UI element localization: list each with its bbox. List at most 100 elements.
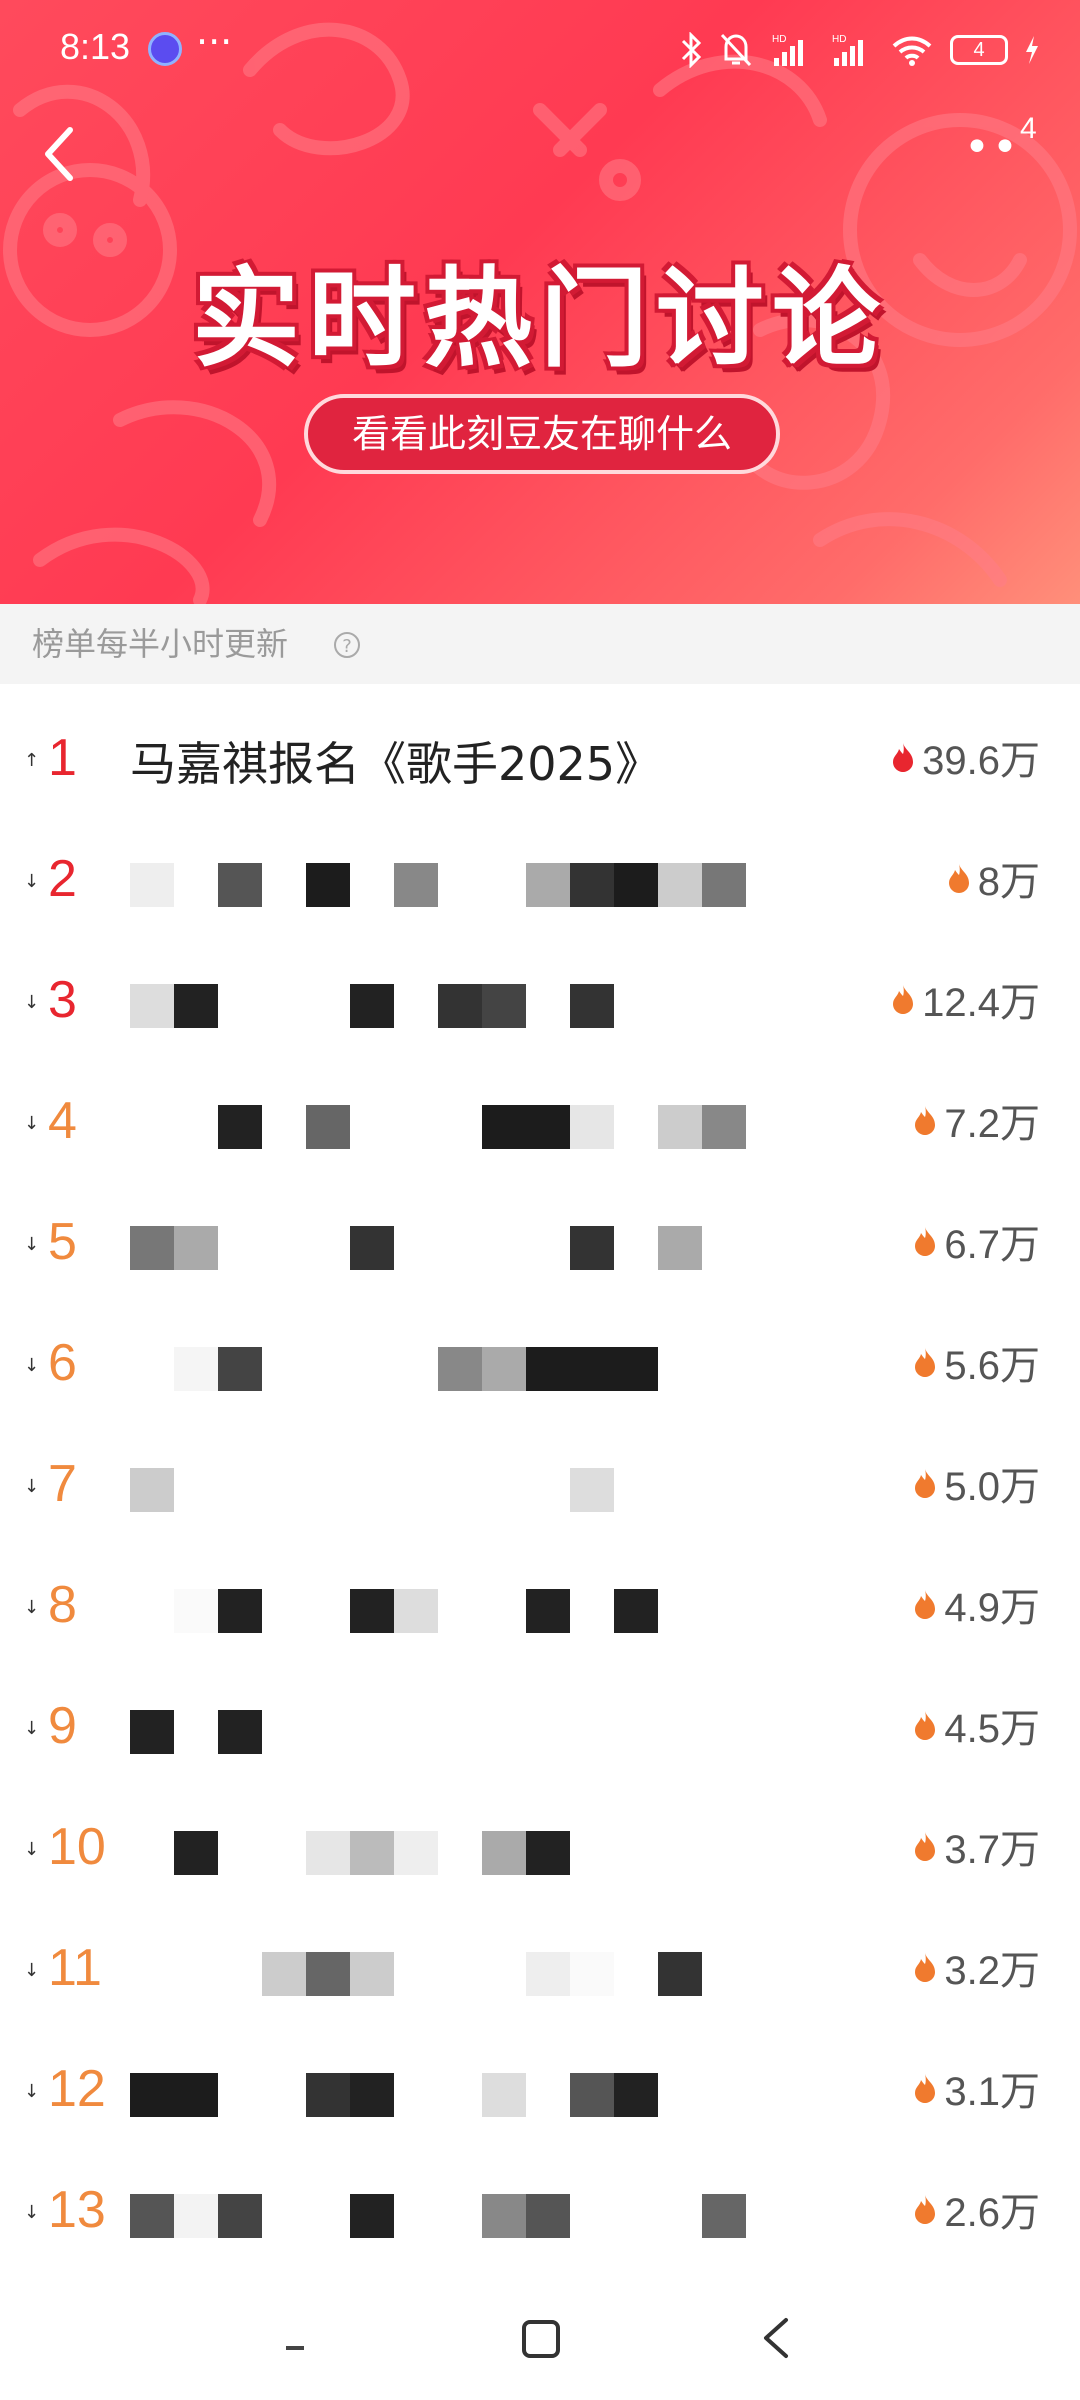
mosaic-block xyxy=(658,1226,702,1270)
heat-score: 8万 xyxy=(946,853,1040,904)
censored-topic-title xyxy=(130,2053,830,2123)
heat-score: 5.0万 xyxy=(912,1458,1040,1509)
mosaic-block xyxy=(702,2194,746,2238)
trend-down-icon: ↓ xyxy=(24,2081,40,2102)
more-badge: 4 xyxy=(1020,112,1037,145)
topic-title: 马嘉祺报名《歌手2025》 xyxy=(130,737,662,784)
svg-text:HD: HD xyxy=(772,34,786,45)
mosaic-block xyxy=(130,1468,174,1512)
mosaic-block xyxy=(174,1347,218,1391)
rank-number: 3 xyxy=(48,971,77,1029)
mosaic-block xyxy=(658,1952,702,1996)
list-item[interactable]: ↓ 2 8万 xyxy=(0,821,1080,942)
mosaic-block xyxy=(306,1105,350,1149)
signal-hd-icon: HD xyxy=(772,34,803,66)
mosaic-block xyxy=(614,1589,658,1633)
heat-score: 2.6万 xyxy=(912,2184,1040,2235)
list-item[interactable]: ↓ 9 4.5万 xyxy=(0,1668,1080,1789)
rank-number: 12 xyxy=(48,2060,106,2118)
heat-value: 3.1万 xyxy=(944,2070,1040,2114)
hot-topic-list: ↑ 1 马嘉祺报名《歌手2025》 39.6万 ↓ 2 8万 ↓ 3 12.4万 ↓ 4 7.2万 ↓ 5 6… xyxy=(0,700,1080,2273)
list-item[interactable]: ↓ 10 3.7万 xyxy=(0,1789,1080,1910)
trend-down-icon: ↓ xyxy=(24,1960,40,1981)
rank-number: 6 xyxy=(48,1334,77,1392)
rank-number: 11 xyxy=(48,1939,102,1997)
heat-value: 7.2万 xyxy=(944,1102,1040,1146)
censored-topic-title xyxy=(130,1327,830,1397)
mosaic-block xyxy=(306,2073,350,2117)
heat-score: 3.7万 xyxy=(912,1821,1040,1872)
flame-icon xyxy=(915,1832,936,1861)
mosaic-block xyxy=(570,863,614,907)
mosaic-block xyxy=(570,984,614,1028)
flame-icon xyxy=(915,2074,936,2103)
list-item[interactable]: ↓ 7 5.0万 xyxy=(0,1426,1080,1547)
update-notice: 榜单每半小时更新 ? xyxy=(0,604,1080,684)
mosaic-block xyxy=(130,1710,174,1754)
mosaic-block xyxy=(218,1105,262,1149)
mosaic-block xyxy=(526,1589,570,1633)
rank-number: 2 xyxy=(48,850,77,908)
trend-down-icon: ↓ xyxy=(24,1839,40,1860)
trend-down-icon: ↓ xyxy=(24,992,40,1013)
heat-value: 4.9万 xyxy=(944,1586,1040,1630)
rank-number: 13 xyxy=(48,2181,106,2239)
trend-down-icon: ↓ xyxy=(24,2202,40,2223)
heat-value: 39.6万 xyxy=(922,739,1040,783)
mosaic-block xyxy=(306,863,350,907)
mosaic-block xyxy=(394,1589,438,1633)
flame-icon xyxy=(915,1469,936,1498)
mosaic-block xyxy=(174,984,218,1028)
mosaic-block xyxy=(438,984,482,1028)
help-icon[interactable]: ? xyxy=(334,632,360,658)
nav-home-button[interactable] xyxy=(522,2320,560,2358)
nav-back-button[interactable] xyxy=(764,2318,788,2358)
trend-down-icon: ↓ xyxy=(24,1113,40,1134)
flame-icon xyxy=(893,985,914,1014)
list-item[interactable]: ↓ 13 2.6万 xyxy=(0,2152,1080,2273)
trend-down-icon: ↓ xyxy=(24,1355,40,1376)
mosaic-block xyxy=(482,2194,526,2238)
list-item[interactable]: ↑ 1 马嘉祺报名《歌手2025》 39.6万 xyxy=(0,700,1080,821)
list-item[interactable]: ↓ 12 3.1万 xyxy=(0,2031,1080,2152)
mosaic-block xyxy=(174,2194,218,2238)
flame-icon xyxy=(915,1106,936,1135)
mute-bell-icon xyxy=(720,33,752,67)
censored-topic-title xyxy=(130,2174,830,2244)
svg-text:HD: HD xyxy=(832,34,846,45)
censored-topic-title xyxy=(130,1569,830,1639)
list-item[interactable]: ↓ 11 3.2万 xyxy=(0,1910,1080,2031)
list-item[interactable]: ↓ 8 4.9万 xyxy=(0,1547,1080,1668)
more-options-button[interactable]: •• 4 xyxy=(964,112,1054,173)
mosaic-block xyxy=(482,1105,526,1149)
signal-hd-icon-2: HD xyxy=(832,34,863,66)
censored-topic-title xyxy=(130,1085,830,1155)
heat-score: 4.9万 xyxy=(912,1579,1040,1630)
trend-down-icon: ↓ xyxy=(24,1718,40,1739)
mosaic-block xyxy=(350,984,394,1028)
mosaic-block xyxy=(218,1710,262,1754)
flame-icon xyxy=(915,2195,936,2224)
mosaic-block xyxy=(614,1347,658,1391)
list-item[interactable]: ↓ 3 12.4万 xyxy=(0,942,1080,1063)
mosaic-block xyxy=(570,2073,614,2117)
back-button[interactable] xyxy=(30,118,90,188)
mosaic-block xyxy=(130,984,174,1028)
app-notification-icon xyxy=(148,32,182,66)
mosaic-block xyxy=(570,1226,614,1270)
mosaic-block xyxy=(218,1589,262,1633)
heat-score: 12.4万 xyxy=(890,974,1040,1025)
flame-icon xyxy=(948,864,969,893)
bluetooth-icon xyxy=(681,32,702,68)
mosaic-block xyxy=(570,1105,614,1149)
list-item[interactable]: ↓ 4 7.2万 xyxy=(0,1063,1080,1184)
mosaic-block xyxy=(570,1347,614,1391)
list-item[interactable]: ↓ 6 5.6万 xyxy=(0,1305,1080,1426)
mosaic-block xyxy=(218,2194,262,2238)
list-item[interactable]: ↓ 5 6.7万 xyxy=(0,1184,1080,1305)
heat-value: 3.7万 xyxy=(944,1828,1040,1872)
update-notice-text: 榜单每半小时更新 xyxy=(32,625,289,663)
trend-down-icon: ↓ xyxy=(24,1234,40,1255)
flame-icon xyxy=(915,1953,936,1982)
mosaic-block xyxy=(614,863,658,907)
